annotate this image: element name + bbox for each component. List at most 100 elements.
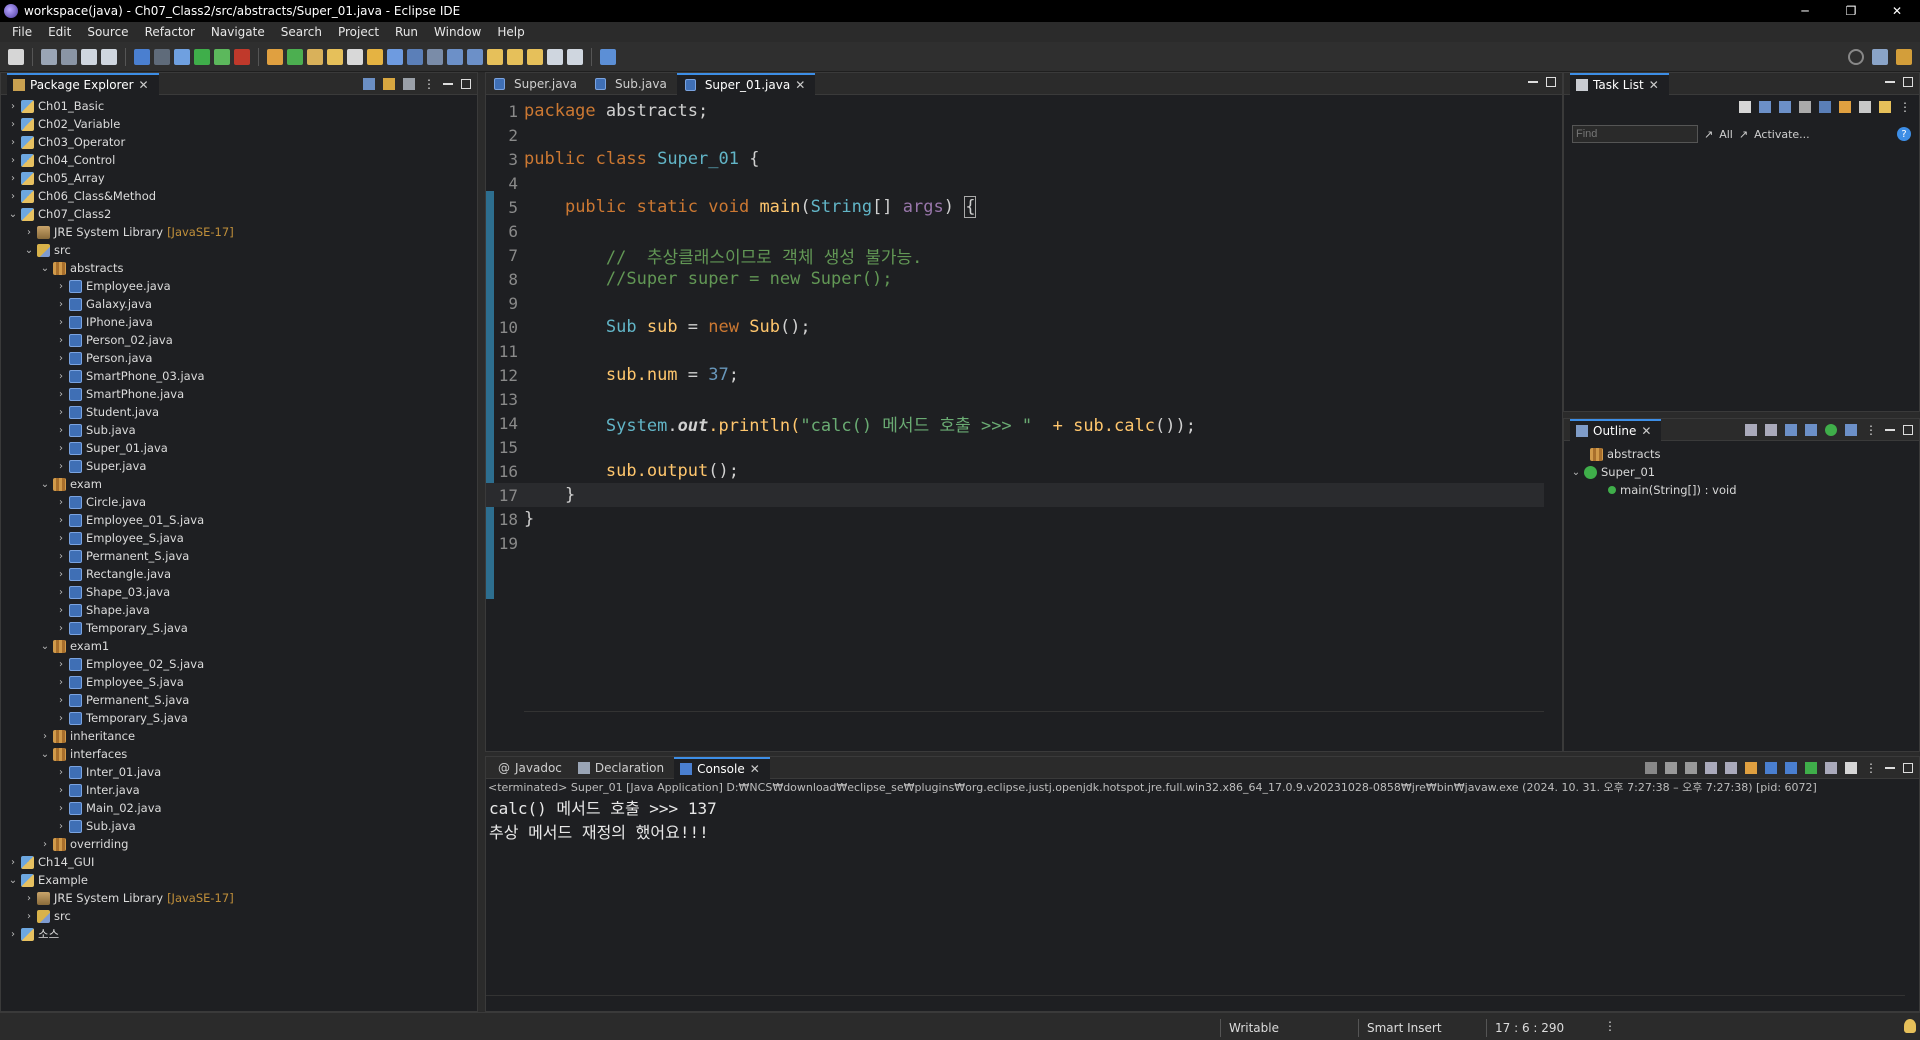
chevron-right-icon[interactable]: › (23, 227, 35, 238)
skip-breakpoints-icon[interactable] (154, 48, 170, 65)
status-insert-mode[interactable]: Smart Insert (1358, 1019, 1486, 1037)
menu-navigate[interactable]: Navigate (203, 25, 273, 39)
chevron-right-icon[interactable]: › (39, 731, 51, 742)
run-icon[interactable] (194, 48, 210, 65)
chevron-right-icon[interactable]: › (55, 317, 67, 328)
chevron-down-icon[interactable]: ⌄ (39, 263, 51, 274)
chevron-right-icon[interactable]: › (55, 515, 67, 526)
last-edit-icon[interactable] (487, 48, 503, 65)
tab-package-explorer[interactable]: Package Explorer ✕ (7, 72, 159, 95)
chevron-down-icon[interactable]: ⌄ (23, 245, 35, 256)
hide-completed-icon[interactable] (1799, 101, 1811, 113)
debug-icon[interactable] (174, 48, 190, 65)
all-filter-link[interactable]: All (1719, 128, 1733, 141)
chevron-right-icon[interactable]: › (7, 119, 19, 130)
outline-method[interactable]: main(String[]) : void (1570, 481, 1919, 499)
minimize-icon[interactable] (1528, 81, 1538, 83)
chevron-right-icon[interactable]: › (7, 173, 19, 184)
chevron-right-icon[interactable]: › (55, 713, 67, 724)
tree-item[interactable]: › Person_02.java (1, 331, 477, 349)
tree-item[interactable]: › Shape.java (1, 601, 477, 619)
chevron-down-icon[interactable]: ⌄ (39, 749, 51, 760)
open-console-icon[interactable] (1845, 762, 1857, 774)
tree-item[interactable]: › Galaxy.java (1, 295, 477, 313)
tree-item[interactable]: › SmartPhone_03.java (1, 367, 477, 385)
minimize-icon[interactable] (1885, 81, 1895, 83)
save-icon[interactable] (41, 48, 57, 65)
tree-item[interactable]: › Employee_S.java (1, 673, 477, 691)
tree-item[interactable]: › Super_01.java (1, 439, 477, 457)
collapse-all-icon[interactable] (363, 78, 375, 90)
tab-task-list[interactable]: Task List ✕ (1570, 72, 1669, 95)
tree-item[interactable]: › Sub.java (1, 421, 477, 439)
focus-icon[interactable] (1819, 101, 1831, 113)
chevron-right-icon[interactable]: › (55, 623, 67, 634)
tree-item[interactable]: › SmartPhone.java (1, 385, 477, 403)
chevron-right-icon[interactable]: › (55, 569, 67, 580)
chevron-right-icon[interactable]: › (55, 821, 67, 832)
show-on-error-icon[interactable] (1785, 762, 1797, 774)
maximize-icon[interactable] (1903, 77, 1913, 87)
next-annotation-icon[interactable] (447, 48, 463, 65)
close-icon[interactable]: ✕ (1649, 78, 1659, 92)
tree-item[interactable]: › Employee_02_S.java (1, 655, 477, 673)
open-perspective-icon[interactable] (1872, 49, 1888, 65)
tree-item[interactable]: › inheritance (1, 727, 477, 745)
chevron-right-icon[interactable]: › (55, 605, 67, 616)
restore-window-button[interactable]: ❐ (1828, 0, 1874, 22)
menu-file[interactable]: File (4, 25, 40, 39)
editor-vertical-scrollbar[interactable] (1544, 95, 1562, 727)
remove-launch-icon[interactable] (1665, 762, 1677, 774)
clear-console-icon[interactable] (1705, 762, 1717, 774)
toggle-mark-icon[interactable] (387, 48, 403, 65)
tree-item[interactable]: ⌄ src (1, 241, 477, 259)
tree-item[interactable]: › overriding (1, 835, 477, 853)
chevron-right-icon[interactable]: › (39, 839, 51, 850)
tree-item[interactable]: › Student.java (1, 403, 477, 421)
maximize-icon[interactable] (461, 79, 471, 89)
terminal-icon[interactable] (134, 48, 150, 65)
collapse-all-icon[interactable] (1765, 424, 1777, 436)
chevron-down-icon[interactable]: ⌄ (7, 209, 19, 220)
tab-super-01-java[interactable]: Super_01.java ✕ (676, 72, 816, 95)
scroll-lock-icon[interactable] (1725, 762, 1737, 774)
chevron-right-icon[interactable]: › (7, 191, 19, 202)
view-menu-icon[interactable]: ⋮ (1865, 761, 1877, 775)
close-icon[interactable]: ✕ (1641, 424, 1651, 438)
new-class-icon[interactable] (287, 48, 303, 65)
chevron-right-icon[interactable]: › (55, 497, 67, 508)
chevron-right-icon[interactable]: › (55, 587, 67, 598)
tab-declaration[interactable]: Declaration (572, 757, 674, 779)
tree-item[interactable]: › Inter_01.java (1, 763, 477, 781)
tree-item[interactable]: › Ch02_Variable (1, 115, 477, 133)
chevron-down-icon[interactable]: ⌄ (39, 641, 51, 652)
show-whitespace-icon[interactable] (407, 48, 423, 65)
tree-item[interactable]: › src (1, 907, 477, 925)
tree-item[interactable]: › IPhone.java (1, 313, 477, 331)
categorized-icon[interactable] (1759, 101, 1771, 113)
menu-source[interactable]: Source (79, 25, 136, 39)
tab-javadoc[interactable]: @ Javadoc (492, 757, 572, 779)
editor-horizontal-scrollbar[interactable] (524, 711, 1546, 727)
tree-item[interactable]: › Temporary_S.java (1, 709, 477, 727)
chevron-right-icon[interactable]: › (23, 911, 35, 922)
chevron-right-icon[interactable]: › (23, 893, 35, 904)
close-tab-icon[interactable]: ✕ (795, 78, 805, 92)
search-tool-icon[interactable] (347, 48, 363, 65)
tree-item[interactable]: › Main_02.java (1, 799, 477, 817)
coverage-icon[interactable] (214, 48, 230, 65)
tab-outline[interactable]: Outline ✕ (1570, 418, 1662, 441)
redo-icon[interactable] (101, 48, 117, 65)
tree-item[interactable]: › Shape_03.java (1, 583, 477, 601)
console-horizontal-scrollbar[interactable] (486, 995, 1905, 1011)
previous-annotation-icon[interactable] (467, 48, 483, 65)
hide-local-types-icon[interactable] (1845, 424, 1857, 436)
chevron-right-icon[interactable]: › (7, 155, 19, 166)
close-icon[interactable]: ✕ (139, 78, 149, 92)
tree-item[interactable]: ⌄ exam (1, 475, 477, 493)
chevron-right-icon[interactable]: › (55, 461, 67, 472)
show-on-output-icon[interactable] (1765, 762, 1777, 774)
tree-item[interactable]: › Employee.java (1, 277, 477, 295)
status-menu-icon[interactable]: ⋮ (1604, 1019, 1616, 1033)
menu-help[interactable]: Help (489, 25, 532, 39)
